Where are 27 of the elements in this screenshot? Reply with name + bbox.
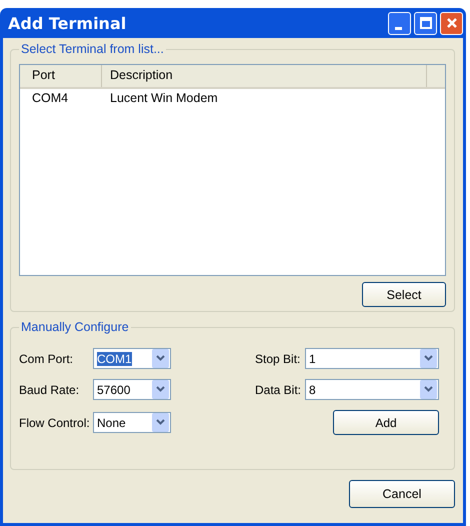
close-icon xyxy=(444,16,458,30)
field-label: Stop Bit: xyxy=(254,352,302,366)
field-label: Flow Control: xyxy=(19,416,91,430)
minimize-button[interactable] xyxy=(388,12,411,34)
field-label: Baud Rate: xyxy=(19,382,80,396)
dropdown[interactable]: COM1 xyxy=(93,348,171,369)
group-title: Manually Configure xyxy=(20,320,130,334)
dropdown[interactable]: 8 xyxy=(305,379,439,400)
cancel-button[interactable]: Cancel xyxy=(349,480,455,508)
dropdown[interactable]: 57600 xyxy=(93,379,171,400)
list-cell-text: COM4 xyxy=(31,91,70,105)
column-header[interactable]: Description xyxy=(102,65,427,87)
add-button[interactable]: Add xyxy=(333,410,439,435)
list-cell-text: Lucent Win Modem xyxy=(109,91,219,105)
maximize-icon xyxy=(418,16,432,30)
window-title: Add Terminal xyxy=(8,14,126,32)
field-label: Data Bit: xyxy=(254,382,302,396)
maximize-button[interactable] xyxy=(414,12,437,34)
dropdown[interactable]: None xyxy=(93,412,171,433)
list-row[interactable]: COM4 Lucent Win Modem xyxy=(20,89,445,107)
field-label: Com Port: xyxy=(19,352,74,366)
close-button[interactable] xyxy=(440,12,463,34)
select-button[interactable]: Select xyxy=(362,282,446,307)
column-header[interactable]: Port xyxy=(20,65,102,87)
dropdown[interactable]: 1 xyxy=(305,348,439,369)
group-title: Select Terminal from list... xyxy=(20,42,165,56)
minimize-icon xyxy=(394,26,402,30)
